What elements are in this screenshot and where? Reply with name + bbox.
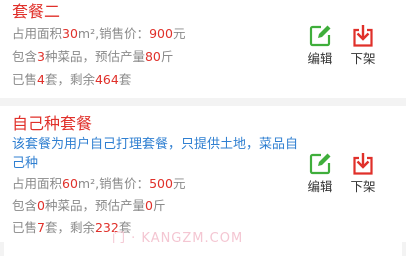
package-contents: 包含3种菜品，预估产量80斤 <box>12 49 174 64</box>
package-title: 自己种套餐 <box>12 114 93 133</box>
edit-icon <box>309 25 331 47</box>
card-divider <box>0 98 406 106</box>
package-area-price: 占用面积60m²,销售价：500元 <box>12 176 186 191</box>
offline-button[interactable]: 下架 <box>343 24 383 66</box>
package-contents: 包含0种菜品，预估产量0斤 <box>12 198 166 213</box>
watermark: 门 · KANGZM.COM <box>112 231 244 246</box>
package-card: 套餐二 占用面积30m²,销售价：900元 包含3种菜品，预估产量80斤 已售4… <box>0 0 406 98</box>
download-icon <box>353 153 373 175</box>
package-area-price: 占用面积30m²,销售价：900元 <box>12 26 186 41</box>
download-icon <box>353 25 373 47</box>
edit-button[interactable]: 编辑 <box>300 24 340 66</box>
offline-button[interactable]: 下架 <box>343 152 383 194</box>
package-card: 自己种套餐 该套餐为用户自己打理套餐，只提供土地，菜品自己种 占用面积60m²,… <box>0 106 406 242</box>
edit-label: 编辑 <box>307 51 333 66</box>
offline-label: 下架 <box>350 51 376 66</box>
edit-label: 编辑 <box>307 179 333 194</box>
edit-icon <box>309 153 331 175</box>
edit-button[interactable]: 编辑 <box>300 152 340 194</box>
offline-label: 下架 <box>350 179 376 194</box>
package-description: 该套餐为用户自己打理套餐，只提供土地，菜品自己种 <box>12 137 299 171</box>
package-sales: 已售4套，剩余464套 <box>12 72 132 87</box>
package-title: 套餐二 <box>12 2 61 21</box>
